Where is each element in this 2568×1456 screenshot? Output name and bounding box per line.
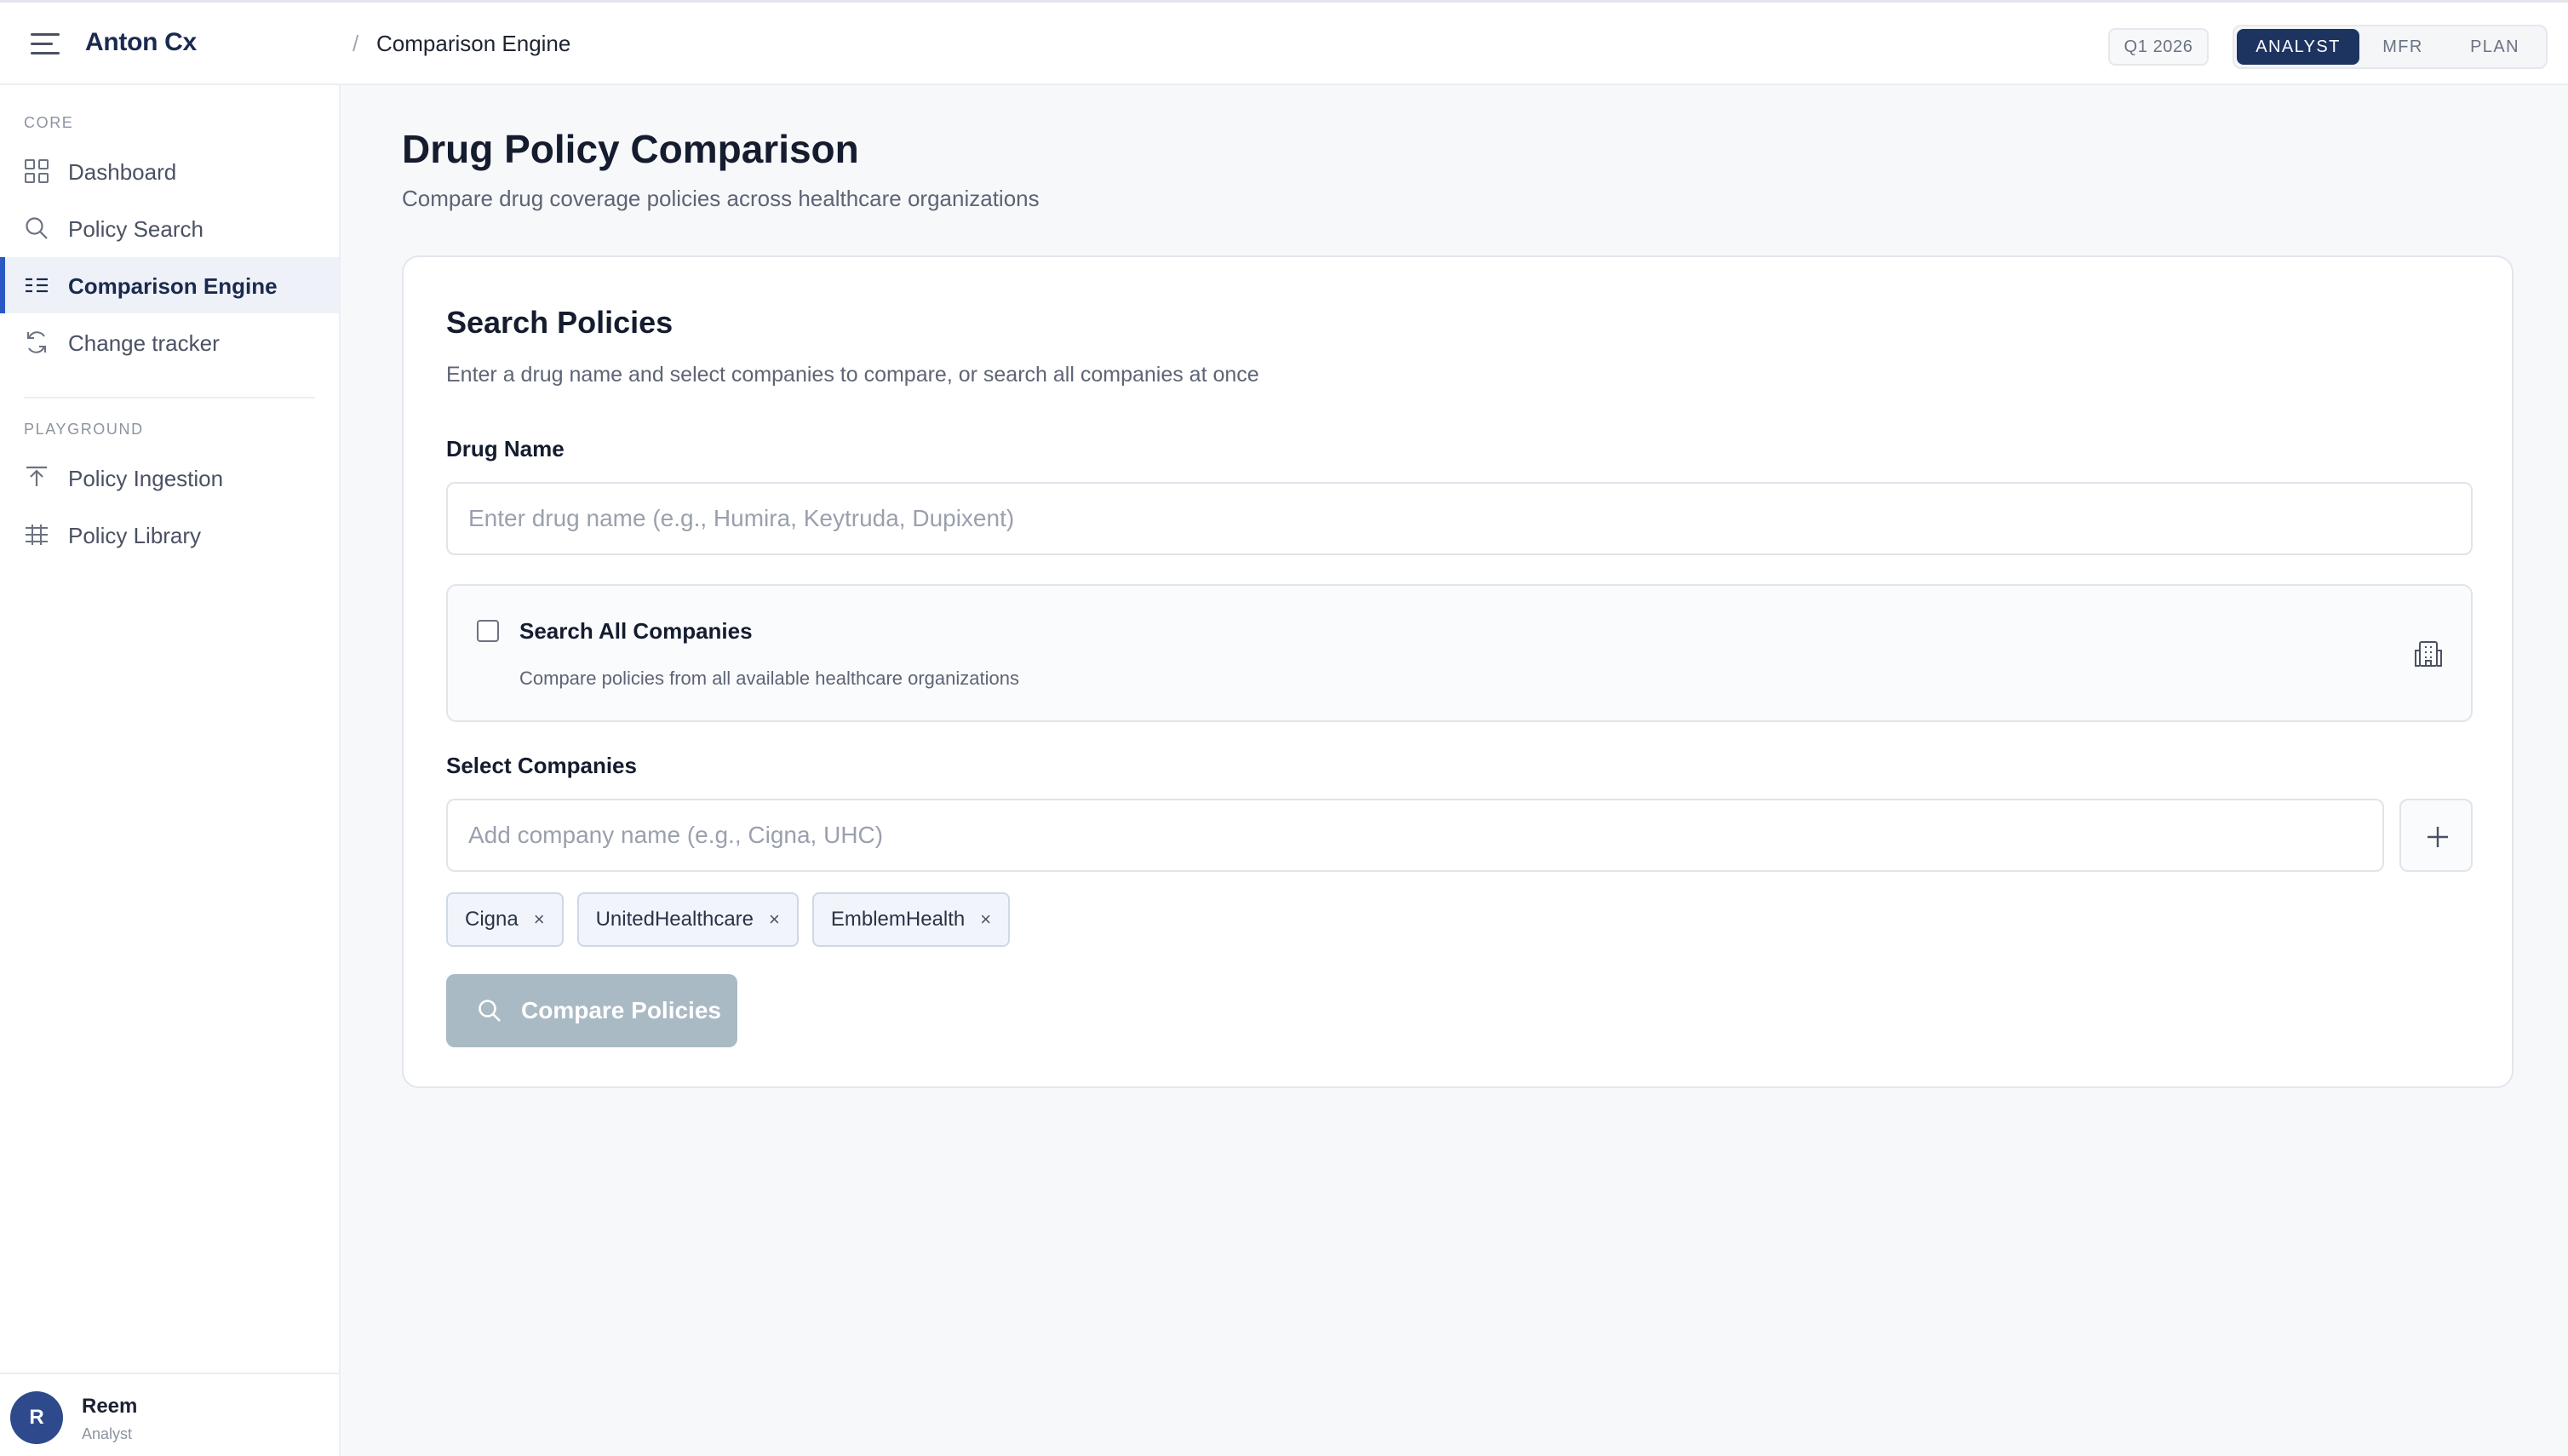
company-name-input[interactable] — [446, 799, 2384, 872]
list-icon — [26, 278, 48, 293]
sidebar-item-label: Policy Ingestion — [68, 466, 224, 491]
role-analyst[interactable]: ANALYST — [2237, 29, 2359, 65]
user-profile[interactable]: R Reem Analyst — [0, 1373, 339, 1456]
drug-name-label: Drug Name — [446, 436, 565, 461]
breadcrumb-separator: / — [353, 31, 359, 56]
sidebar-item-label: Policy Search — [68, 216, 203, 242]
search-policies-card: Search Policies Enter a drug name and se… — [402, 255, 2514, 1088]
search-all-description: Compare policies from all available heal… — [519, 668, 1019, 689]
sidebar-item-policy-search[interactable]: Policy Search — [0, 200, 339, 256]
role-switcher: ANALYST MFR PLAN — [2233, 25, 2548, 69]
upload-icon — [26, 466, 47, 486]
company-tag-unitedhealthcare: UnitedHealthcare × — [576, 892, 799, 947]
grid-icon — [25, 159, 49, 183]
select-companies-label: Select Companies — [446, 753, 637, 778]
company-tag-label: EmblemHealth — [830, 908, 966, 931]
company-tag-cigna: Cigna × — [446, 892, 564, 947]
brand-logo[interactable]: Anton Cx — [85, 28, 197, 57]
refresh-icon — [27, 331, 46, 353]
sidebar: CORE Dashboard Policy Search Comparison … — [0, 85, 341, 1456]
remove-tag-icon[interactable]: × — [769, 909, 780, 931]
search-all-companies-option[interactable]: Search All Companies Compare policies fr… — [446, 584, 2473, 722]
compare-policies-label: Compare Policies — [521, 997, 721, 1023]
plus-icon — [2428, 827, 2448, 847]
role-plan[interactable]: PLAN — [2447, 29, 2542, 65]
sidebar-item-label: Comparison Engine — [68, 273, 278, 299]
search-icon — [26, 217, 48, 239]
search-all-checkbox[interactable] — [477, 620, 499, 642]
search-all-title: Search All Companies — [519, 618, 753, 644]
company-tag-emblemhealth: EmblemHealth × — [811, 892, 1011, 947]
menu-icon[interactable] — [31, 32, 60, 57]
sidebar-item-policy-library[interactable]: Policy Library — [0, 507, 339, 563]
sidebar-item-policy-ingestion[interactable]: Policy Ingestion — [0, 450, 339, 506]
user-role: Analyst — [82, 1425, 133, 1442]
company-tag-label: UnitedHealthcare — [595, 908, 754, 931]
page-title: Drug Policy Comparison — [402, 127, 859, 171]
sidebar-item-change-tracker[interactable]: Change tracker — [0, 314, 339, 370]
sidebar-item-label: Policy Library — [68, 523, 202, 548]
company-tag-label: Cigna — [465, 908, 519, 931]
role-mfr[interactable]: MFR — [2362, 29, 2444, 65]
search-icon — [479, 1000, 501, 1022]
sidebar-divider — [24, 397, 315, 398]
building-icon — [2415, 641, 2442, 667]
section-label-playground: PLAYGROUND — [24, 421, 144, 438]
period-badge[interactable]: Q1 2026 — [2108, 28, 2209, 66]
top-bar: Anton Cx / Comparison Engine Q1 2026 ANA… — [0, 0, 2568, 85]
sidebar-item-label: Dashboard — [68, 159, 177, 185]
remove-tag-icon[interactable]: × — [534, 909, 545, 931]
section-label-core: CORE — [24, 114, 74, 131]
remove-tag-icon[interactable]: × — [980, 909, 991, 931]
table-icon — [26, 525, 48, 545]
card-title: Search Policies — [446, 305, 674, 340]
user-name: Reem — [82, 1395, 138, 1418]
drug-name-input[interactable] — [446, 482, 2473, 555]
page-subtitle: Compare drug coverage policies across he… — [402, 186, 1040, 211]
breadcrumb: Comparison Engine — [376, 31, 571, 56]
avatar[interactable]: R — [10, 1391, 63, 1444]
add-company-button[interactable] — [2399, 799, 2473, 872]
compare-policies-button[interactable]: Compare Policies — [446, 974, 737, 1047]
card-description: Enter a drug name and select companies t… — [446, 363, 1259, 387]
sidebar-item-comparison-engine[interactable]: Comparison Engine — [0, 257, 339, 313]
sidebar-item-label: Change tracker — [68, 330, 220, 356]
sidebar-item-dashboard[interactable]: Dashboard — [0, 143, 339, 199]
selected-companies: Cigna × UnitedHealthcare × EmblemHealth … — [446, 892, 1011, 947]
